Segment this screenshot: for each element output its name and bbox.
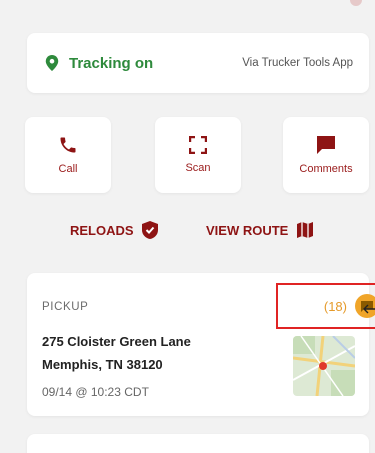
address-line-1: 275 Cloister Green Lane: [42, 334, 191, 349]
reloads-label: RELOADS: [70, 222, 134, 238]
address-line-2: Memphis, TN 38120: [42, 357, 163, 372]
tracking-card: Tracking on Via Trucker Tools App: [27, 33, 369, 93]
message-highlight: (18): [276, 283, 375, 329]
view-route-link[interactable]: VIEW ROUTE: [206, 219, 314, 241]
stop-card-pickup[interactable]: PICKUP (18) 275 Cloister Green Lane Memp…: [27, 273, 375, 416]
map-thumbnail[interactable]: [293, 336, 355, 396]
stop-type: PICKUP: [42, 301, 89, 313]
location-pin-icon: [45, 55, 59, 71]
reloads-link[interactable]: RELOADS: [70, 219, 158, 241]
stop-datetime: 09/14 @ 10:23 CDT: [42, 385, 149, 399]
phone-icon: [60, 137, 76, 153]
call-label: Call: [58, 163, 78, 175]
comment-icon: [317, 136, 335, 154]
message-count: (18): [323, 298, 347, 314]
scan-label: Scan: [185, 162, 211, 174]
tracking-source: Via Trucker Tools App: [242, 57, 353, 69]
scan-icon: [189, 136, 207, 154]
scan-button[interactable]: Scan: [155, 117, 241, 193]
call-button[interactable]: Call: [25, 117, 111, 193]
pointer-arrow-icon: [363, 304, 375, 314]
tracking-status: Tracking on: [69, 54, 154, 72]
shield-check-icon: [141, 221, 158, 239]
comments-button[interactable]: Comments: [283, 117, 369, 193]
stop-card-next[interactable]: [27, 434, 369, 453]
view-route-label: VIEW ROUTE: [206, 222, 289, 238]
map-icon: [296, 221, 314, 239]
top-decoration: [350, 0, 362, 6]
comments-label: Comments: [299, 163, 353, 175]
